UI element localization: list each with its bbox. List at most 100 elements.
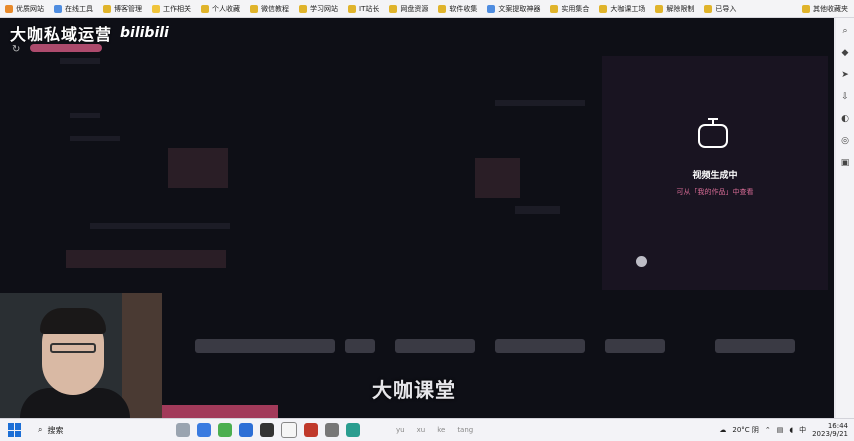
bookmark-item[interactable]: 学习网站 [294, 0, 343, 17]
bookmark-item[interactable]: 解除限制 [650, 0, 699, 17]
folder-icon [550, 4, 559, 13]
bilibili-logo: bilibili [120, 25, 169, 41]
bookmark-label: 学习网站 [310, 4, 338, 13]
app-icon[interactable] [325, 423, 339, 437]
ime-candidates: yu xu ke tang [396, 426, 473, 434]
app-icon[interactable] [281, 422, 297, 438]
bookmark-item[interactable]: IT站长 [343, 0, 384, 17]
folder-icon [152, 4, 160, 13]
bookmark-item[interactable]: 个人收藏 [196, 0, 245, 17]
presenter-hair [40, 308, 106, 334]
ime-candidate: yu [396, 426, 405, 434]
bookmark-item[interactable]: 实用集合 [545, 0, 594, 17]
bottom-watermark: 大咖课堂 [372, 378, 456, 402]
background-block [475, 158, 520, 198]
game-icon[interactable]: ▣ [840, 158, 850, 168]
folder-icon [487, 4, 496, 13]
bookmark-item[interactable]: 文案提取神器 [482, 0, 545, 17]
folder-icon [250, 4, 258, 13]
ime-mode[interactable]: 中 [799, 425, 806, 435]
app-icon[interactable] [218, 423, 232, 437]
taskbar: ⌕ 搜索 yu xu ke tang ☁ 20°C 阴 ⌃ ▤ ◖ 中 16:44 2… [0, 418, 854, 441]
volume-icon[interactable]: ◖ [789, 426, 793, 434]
video-player[interactable]: 大咖私域运营 bilibili ↻ 视频生成中 可从「我的作品」中查看 [0, 18, 834, 418]
subtitle-row [195, 333, 815, 355]
bookmark-label: 软件收集 [449, 4, 478, 13]
search-icon[interactable]: ⌕ [840, 26, 850, 36]
app-icon[interactable] [260, 423, 274, 437]
ime-candidate: xu [416, 426, 426, 434]
watermark-title: 大咖私域运营 [10, 25, 113, 44]
bookmark-item[interactable]: 大咖课工场 [594, 0, 650, 17]
generation-subtitle[interactable]: 可从「我的作品」中查看 [602, 187, 828, 197]
background-text [495, 100, 585, 106]
bookmark-label: 已导入 [715, 4, 737, 13]
bookmark-item[interactable]: 已导入 [699, 0, 741, 17]
edge-icon[interactable] [197, 423, 211, 437]
background-block [66, 250, 226, 268]
system-tray: ☁ 20°C 阴 ⌃ ▤ ◖ 中 16:44 2023/9/21 [719, 422, 854, 438]
bookmark-label: 文案提取神器 [498, 4, 541, 13]
bookmark-label: 网盘资源 [400, 4, 429, 13]
background-text [60, 58, 100, 64]
folder-icon [438, 4, 447, 13]
tag-icon[interactable]: ◆ [840, 48, 850, 58]
shield-icon[interactable]: ◐ [840, 114, 850, 124]
refresh-icon[interactable]: ↻ [12, 44, 20, 55]
bookmark-item[interactable]: 在线工具 [49, 0, 98, 17]
folder-icon [655, 4, 664, 13]
app-icon[interactable] [304, 423, 318, 437]
folder-icon [704, 4, 713, 13]
folder-icon [599, 4, 608, 13]
folder-icon [389, 4, 398, 13]
tv-icon [698, 118, 728, 148]
compass-icon[interactable]: ◎ [840, 136, 850, 146]
taskbar-apps [176, 422, 360, 438]
generation-title: 视频生成中 [692, 171, 738, 181]
channel-watermark: 大咖私域运营 bilibili [10, 21, 169, 45]
webcam-overlay [0, 293, 162, 418]
app-icon[interactable] [239, 423, 253, 437]
bookmark-label: 解除限制 [666, 4, 695, 13]
bookmark-label: 实用集合 [561, 4, 590, 13]
bookmark-label: 优质网站 [16, 4, 44, 13]
bookmarks-bar: 优质网站 在线工具 博客管理 工作相关 个人收藏 微信教程 学习网站 IT站长 网盘资源 软件收集… [0, 0, 854, 18]
bookmark-item[interactable]: 博客管理 [98, 0, 147, 17]
app-icon[interactable] [176, 423, 190, 437]
weather-text[interactable]: 20°C 阴 [732, 425, 759, 435]
bookmark-item[interactable]: 软件收集 [433, 0, 482, 17]
background-text [70, 136, 120, 141]
bookmark-item[interactable]: 网盘资源 [384, 0, 433, 17]
pink-strip [162, 405, 278, 418]
bookmark-label: 微信教程 [261, 4, 289, 13]
bookmark-item[interactable]: 工作相关 [147, 0, 196, 17]
search-placeholder: 搜索 [47, 425, 64, 435]
other-bookmarks[interactable]: 其他收藏夹 [797, 0, 854, 17]
browser-sidebar: ⌕ ◆ ➤ ⇩ ◐ ◎ ▣ [836, 18, 854, 418]
folder-icon [5, 4, 13, 13]
background-text [515, 206, 560, 214]
app-icon[interactable] [346, 423, 360, 437]
mouse-cursor-icon [636, 256, 647, 267]
date: 2023/9/21 [812, 430, 848, 438]
weather-icon: ☁ [719, 426, 727, 434]
chevron-up-icon[interactable]: ⌃ [765, 426, 771, 434]
windows-start-icon[interactable] [8, 423, 22, 437]
clock[interactable]: 16:44 2023/9/21 [812, 422, 848, 438]
time: 16:44 [827, 422, 848, 430]
folder-icon [54, 4, 62, 13]
send-icon[interactable]: ➤ [840, 70, 850, 80]
download-icon[interactable]: ⇩ [840, 92, 850, 102]
background-text [90, 223, 230, 229]
bookmark-item[interactable]: 微信教程 [245, 0, 294, 17]
bookmark-item[interactable]: 优质网站 [0, 0, 49, 17]
taskbar-search[interactable]: ⌕ 搜索 [38, 425, 138, 436]
highlight-bar [30, 44, 102, 52]
folder-icon [348, 4, 356, 13]
bookmark-label: 个人收藏 [212, 4, 240, 13]
ime-candidate: ke [437, 426, 446, 434]
folder-icon [103, 4, 111, 13]
network-icon[interactable]: ▤ [777, 426, 784, 434]
background-text [70, 113, 100, 118]
bookshelf [122, 293, 162, 418]
